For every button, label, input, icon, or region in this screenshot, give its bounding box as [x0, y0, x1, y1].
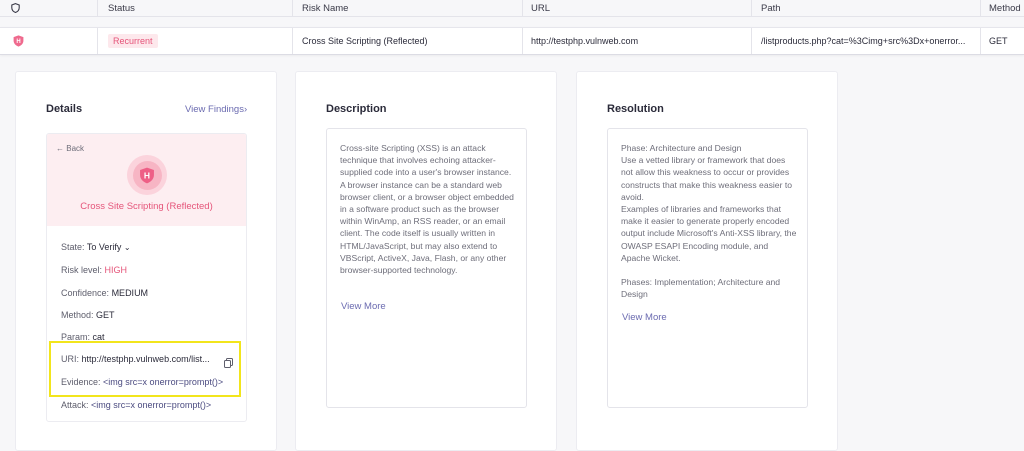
description-view-more-link[interactable]: View More: [341, 301, 386, 312]
table-header: Status Risk Name URL Path Method: [0, 0, 1024, 17]
method-value: GET: [96, 310, 115, 320]
state-value: To Verify: [86, 242, 122, 252]
risk-icon-circle: H: [127, 155, 167, 195]
attack-value: <img src=x onerror=prompt()>: [91, 400, 212, 410]
svg-text:H: H: [144, 170, 150, 180]
method-label: Method:: [61, 310, 94, 320]
resolution-card: Resolution Phase: Architecture and Desig…: [576, 71, 838, 451]
resolution-box: Phase: Architecture and Design Use a vet…: [607, 128, 808, 408]
risk-level-label: Risk level:: [61, 265, 103, 275]
description-text: Cross-site Scripting (XSS) is an attack …: [340, 143, 514, 276]
url-cell: http://testphp.vulnweb.com: [531, 36, 639, 46]
high-risk-icon: H: [13, 28, 24, 54]
resolution-text-2: Examples of libraries and frameworks tha…: [621, 204, 797, 263]
high-risk-shield-icon: H: [140, 167, 154, 183]
back-label: Back: [66, 144, 85, 153]
resolution-text-1: Use a vetted library or framework that d…: [621, 155, 792, 202]
header-method[interactable]: Method: [989, 0, 1021, 16]
header-risk-name[interactable]: Risk Name: [302, 0, 348, 16]
view-findings-link[interactable]: View Findings›: [185, 104, 247, 115]
resolution-phases: Phases: Implementation; Architecture and…: [621, 277, 781, 300]
shield-outline-icon: [11, 0, 25, 16]
attack-field: Attack: <img src=x onerror=prompt()>: [61, 400, 211, 410]
method-field: Method: GET: [61, 310, 115, 320]
details-title: Details: [46, 103, 83, 115]
svg-text:H: H: [16, 39, 20, 45]
highlight-box: [49, 341, 241, 397]
confidence-value: MEDIUM: [111, 288, 149, 298]
status-badge: Recurrent: [108, 34, 158, 48]
path-cell: /listproducts.php?cat=%3Cimg+src%3Dx+one…: [761, 36, 966, 46]
header-url[interactable]: URL: [531, 0, 550, 16]
resolution-phase: Phase: Architecture and Design: [621, 143, 742, 153]
description-title: Description: [326, 103, 387, 115]
state-label: State:: [61, 242, 85, 252]
back-button[interactable]: ← Back: [56, 144, 84, 153]
confidence-label: Confidence:: [61, 288, 110, 298]
resolution-view-more-link[interactable]: View More: [622, 312, 667, 323]
risk-level-field: Risk level: HIGH: [61, 265, 127, 275]
state-field[interactable]: State: To Verify ⌄: [61, 242, 131, 252]
view-findings-label: View Findings: [185, 104, 244, 115]
resolution-title: Resolution: [607, 103, 664, 115]
description-card: Description Cross-site Scripting (XSS) i…: [295, 71, 557, 451]
header-status[interactable]: Status: [108, 0, 135, 16]
arrow-left-icon: ←: [56, 144, 64, 153]
header-path[interactable]: Path: [761, 0, 781, 16]
description-box: Cross-site Scripting (XSS) is an attack …: [326, 128, 527, 408]
chevron-down-icon: ⌄: [123, 243, 131, 252]
risk-level-value: HIGH: [104, 265, 128, 275]
risk-title: Cross Site Scripting (Reflected): [80, 201, 213, 212]
risk-name-cell: Cross Site Scripting (Reflected): [302, 36, 428, 46]
table-row[interactable]: H Recurrent Cross Site Scripting (Reflec…: [0, 27, 1024, 55]
status-cell: Recurrent: [108, 28, 158, 54]
attack-label: Attack:: [61, 400, 89, 410]
risk-header: ← Back H Cross Site Scripting (Reflected…: [47, 134, 246, 226]
chevron-right-icon: ›: [243, 104, 248, 115]
method-cell: GET: [989, 36, 1008, 46]
confidence-field: Confidence: MEDIUM: [61, 288, 148, 298]
